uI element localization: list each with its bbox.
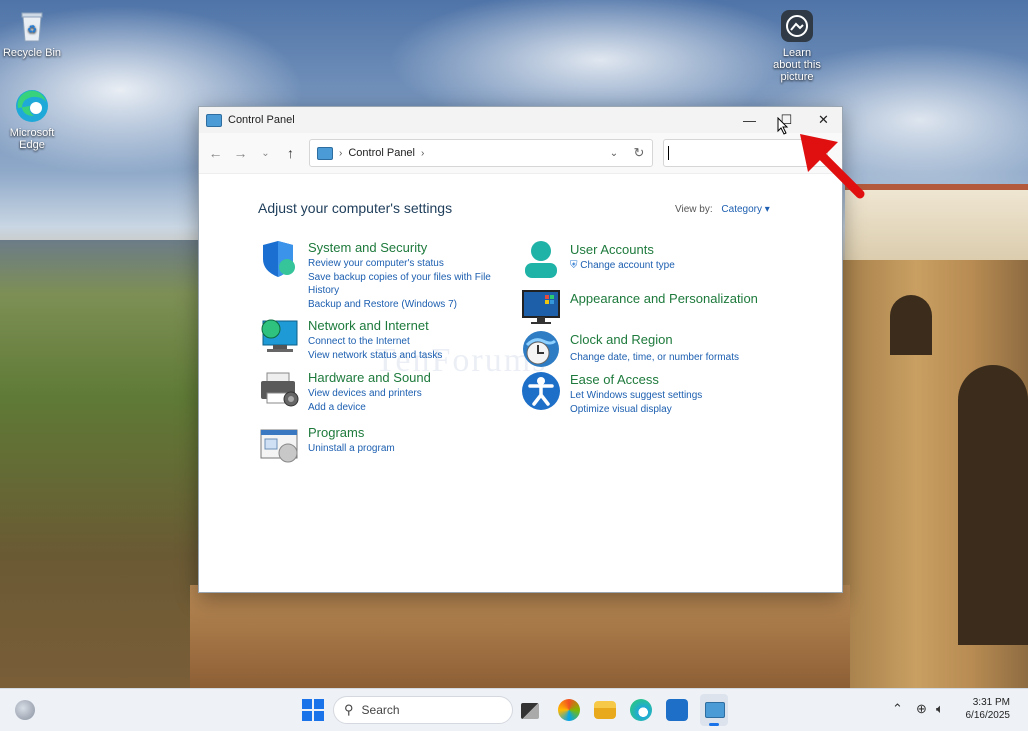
category-title[interactable]: Ease of Access — [570, 371, 765, 388]
clock-time: 3:31 PM — [972, 697, 1010, 708]
clock-date: 6/16/2025 — [965, 710, 1011, 721]
learn-picture-desktop-icon[interactable]: Learn about this picture — [765, 8, 829, 83]
link-add-device[interactable]: Add a device — [308, 401, 503, 414]
window-title: Control Panel — [228, 114, 295, 126]
taskbar: ⚲ Search ⌃ ⊕ 🔈︎ 3:31 PM 6/16/2025 — [0, 688, 1028, 731]
category-title[interactable]: Appearance and Personalization — [570, 290, 800, 307]
wallpaper-arch — [958, 365, 1028, 645]
link-backup-restore[interactable]: Backup and Restore (Windows 7) — [308, 298, 503, 311]
printer-icon — [259, 369, 299, 409]
category-title[interactable]: Programs — [308, 424, 503, 441]
uac-shield-icon: ⛨ — [570, 260, 578, 271]
wallpaper-hill — [0, 240, 210, 688]
link-network-status[interactable]: View network status and tasks — [308, 349, 503, 362]
edge-taskbar-icon[interactable] — [630, 699, 652, 721]
network-globe-icon — [259, 317, 299, 357]
search-input[interactable] — [668, 146, 793, 160]
search-icon: ⚲ — [344, 702, 354, 717]
link-uninstall-program[interactable]: Uninstall a program — [308, 442, 503, 455]
task-view-icon[interactable] — [521, 703, 539, 719]
edge-label: Microsoft Edge — [9, 127, 55, 151]
red-arrow-annotation-icon — [800, 134, 865, 199]
category-title[interactable]: Hardware and Sound — [308, 369, 503, 386]
view-by-value: Category — [721, 204, 762, 215]
control-panel-icon — [206, 113, 222, 127]
wallpaper-arch — [890, 295, 932, 355]
category-title[interactable]: User Accounts — [570, 241, 765, 258]
wallpaper-rocks — [190, 585, 850, 688]
link-file-history[interactable]: Save backup copies of your files with Fi… — [308, 271, 503, 297]
back-arrow-icon[interactable]: ← — [203, 145, 228, 161]
user-icon — [521, 239, 561, 279]
view-by-dropdown[interactable]: Category ▾ — [721, 204, 769, 215]
camera-icon — [779, 8, 815, 44]
minimize-button[interactable]: — — [731, 107, 768, 133]
address-bar[interactable]: › Control Panel › ⌄ ↻ — [309, 139, 653, 167]
file-explorer-icon[interactable] — [594, 701, 616, 719]
link-optimize-display[interactable]: Optimize visual display — [570, 403, 765, 416]
tray-chevron-up-icon[interactable]: ⌃ — [892, 701, 903, 717]
monitor-icon — [521, 287, 561, 327]
learn-picture-label: Learn about this picture — [773, 47, 821, 83]
breadcrumb-control-panel[interactable]: Control Panel — [348, 147, 415, 159]
category-title[interactable]: Clock and Region — [570, 331, 765, 348]
breadcrumb-chevron-icon: › — [339, 147, 343, 159]
windows-start-icon[interactable] — [302, 699, 324, 721]
programs-icon — [259, 424, 299, 464]
view-by-label: View by: — [675, 204, 713, 215]
taskbar-search[interactable]: ⚲ Search — [333, 696, 513, 724]
breadcrumb-chevron-icon[interactable]: › — [421, 148, 424, 159]
control-panel-taskbar-button[interactable] — [700, 694, 728, 726]
store-icon[interactable] — [666, 699, 688, 721]
recycle-bin-icon: ♻ — [14, 8, 50, 44]
control-panel-window: Control Panel — ☐ ✕ ← → ⌄ ↑ › Control Pa… — [198, 106, 843, 593]
link-devices-printers[interactable]: View devices and printers — [308, 387, 503, 400]
address-row: ← → ⌄ ↑ › Control Panel › ⌄ ↻ ✕ — [199, 133, 842, 174]
recycle-bin-desktop-icon[interactable]: ♻ Recycle Bin — [0, 8, 64, 59]
active-indicator — [709, 723, 719, 726]
address-control-panel-icon — [317, 146, 333, 160]
clock-globe-icon — [521, 329, 561, 369]
clock[interactable]: 3:31 PM 6/16/2025 — [960, 696, 1011, 722]
link-date-time-formats[interactable]: Change date, time, or number formats — [570, 351, 765, 364]
title-bar[interactable]: Control Panel — ☐ ✕ — [199, 107, 842, 133]
recycle-bin-label: Recycle Bin — [2, 47, 62, 59]
category-title[interactable]: System and Security — [308, 239, 503, 256]
page-title: Adjust your computer's settings — [258, 200, 453, 216]
view-by: View by: Category ▾ — [675, 204, 770, 215]
category-title[interactable]: Network and Internet — [308, 317, 503, 334]
forward-arrow-icon[interactable]: → — [228, 145, 253, 161]
link-windows-suggest[interactable]: Let Windows suggest settings — [570, 389, 765, 402]
control-panel-taskbar-icon — [705, 702, 725, 718]
up-arrow-icon[interactable]: ↑ — [278, 145, 303, 161]
accessibility-icon — [521, 371, 561, 411]
address-dropdown-chevron-icon[interactable]: ⌄ — [602, 148, 626, 159]
link-connect-internet[interactable]: Connect to the Internet — [308, 335, 503, 348]
refresh-icon[interactable]: ↻ — [626, 145, 652, 161]
link-change-account-type[interactable]: ⛨ Change account type — [570, 259, 765, 272]
volume-icon[interactable]: 🔈︎ — [936, 701, 944, 717]
mouse-cursor-icon — [777, 117, 789, 135]
widgets-icon[interactable] — [15, 700, 35, 720]
shield-icon — [259, 239, 299, 279]
edge-desktop-icon[interactable]: Microsoft Edge — [0, 88, 64, 151]
network-globe-tray-icon[interactable]: ⊕ — [916, 701, 927, 717]
link-change-account-type-text: Change account type — [580, 260, 675, 271]
edge-icon — [14, 88, 50, 124]
svg-text:♻: ♻ — [27, 24, 37, 36]
recent-chevron-down-icon[interactable]: ⌄ — [253, 148, 278, 159]
taskbar-search-label: Search — [361, 703, 400, 717]
link-review-status[interactable]: Review your computer's status — [308, 257, 503, 270]
copilot-icon[interactable] — [558, 699, 580, 721]
